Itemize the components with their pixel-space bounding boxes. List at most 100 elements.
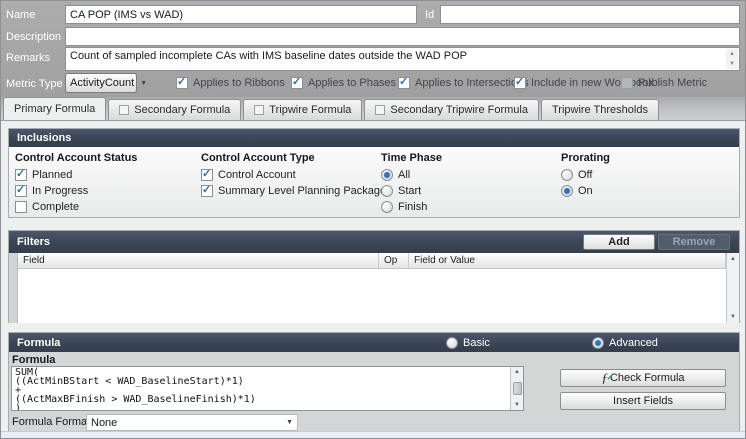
summary-level-planning-package-checkbox[interactable]: ✓ Summary Level Planning Package xyxy=(201,184,386,197)
applies-to-intersections-checkbox[interactable]: ✓ Applies to Intersections xyxy=(398,76,529,89)
column-header-field-or-value[interactable]: Field or Value xyxy=(409,253,726,268)
time-phase-finish-label: Finish xyxy=(398,201,427,213)
scroll-up-icon[interactable]: ▲ xyxy=(730,256,736,262)
prorating-on-radio[interactable]: On xyxy=(561,184,593,197)
metric-editor-window: Name Id Description Remarks Count of sam… xyxy=(0,0,746,439)
formula-editor[interactable]: SUM( ((ActMinBStart < WAD_BaselineStart)… xyxy=(11,366,524,411)
id-input[interactable] xyxy=(440,5,740,24)
scroll-down-icon[interactable]: ▼ xyxy=(514,402,520,408)
scroll-up-icon[interactable]: ▲ xyxy=(514,369,520,375)
remarks-scrollbar[interactable]: ▲ ▼ xyxy=(726,49,738,69)
planned-label: Planned xyxy=(32,169,72,181)
inclusions-title: Inclusions xyxy=(17,132,71,144)
formula-editor-label: Formula xyxy=(12,354,55,366)
scroll-down-icon[interactable]: ▼ xyxy=(730,314,736,320)
formula-format-label: Formula Format xyxy=(12,416,90,428)
control-account-type-heading: Control Account Type xyxy=(201,152,315,164)
tab-primary-formula[interactable]: Primary Formula xyxy=(3,97,106,120)
column-header-op[interactable]: Op xyxy=(379,253,409,268)
description-input[interactable] xyxy=(65,27,740,46)
radio-icon[interactable] xyxy=(446,337,458,349)
row-selector-gutter xyxy=(9,253,18,323)
publish-metric-label: Publish Metric xyxy=(638,77,707,89)
time-phase-heading: Time Phase xyxy=(381,152,442,164)
complete-checkbox[interactable]: Complete xyxy=(15,200,79,213)
inclusions-header: Inclusions xyxy=(9,129,739,147)
applies-to-phases-checkbox[interactable]: ✓ Applies to Phases xyxy=(291,76,396,89)
checkbox-icon[interactable]: ✓ xyxy=(291,77,303,89)
prorating-off-label: Off xyxy=(578,169,592,181)
tab-label: Tripwire Thresholds xyxy=(552,104,648,116)
primary-formula-page: Inclusions Control Account Status ✓ Plan… xyxy=(1,120,745,432)
checkbox-icon[interactable]: ✓ xyxy=(201,185,213,197)
tab-checkbox[interactable] xyxy=(375,105,385,115)
metric-type-label: Metric Type xyxy=(6,78,63,90)
metric-type-dropdown[interactable]: ActivityCount ▼ xyxy=(65,73,137,93)
radio-icon[interactable] xyxy=(561,169,573,181)
complete-label: Complete xyxy=(32,201,79,213)
add-filter-button[interactable]: Add xyxy=(583,234,655,250)
dropdown-arrow-icon: ▼ xyxy=(286,419,293,426)
radio-icon[interactable] xyxy=(381,169,393,181)
applies-to-phases-label: Applies to Phases xyxy=(308,77,396,89)
planned-checkbox[interactable]: ✓ Planned xyxy=(15,168,72,181)
remarks-text: Count of sampled incomplete CAs with IMS… xyxy=(70,50,467,62)
remarks-input[interactable]: Count of sampled incomplete CAs with IMS… xyxy=(65,47,740,71)
formula-editor-scrollbar[interactable]: ▲ ▼ xyxy=(510,367,523,410)
checkbox-icon[interactable]: ✓ xyxy=(201,169,213,181)
radio-icon[interactable] xyxy=(561,185,573,197)
tab-checkbox[interactable] xyxy=(119,105,129,115)
tab-tripwire-formula[interactable]: Tripwire Formula xyxy=(243,99,362,120)
filters-table-body xyxy=(18,269,726,323)
formula-group: Formula Basic Advanced Formula SUM( ((Ac… xyxy=(8,332,740,432)
checkbox-icon[interactable]: ✓ xyxy=(398,77,410,89)
tab-tripwire-thresholds[interactable]: Tripwire Thresholds xyxy=(541,99,659,120)
scrollbar-thumb[interactable] xyxy=(513,382,522,395)
description-label: Description xyxy=(6,31,61,43)
time-phase-finish-radio[interactable]: Finish xyxy=(381,200,427,213)
in-progress-label: In Progress xyxy=(32,185,88,197)
formula-tab-strip: Primary Formula Secondary Formula Tripwi… xyxy=(1,97,745,120)
remove-filter-button[interactable]: Remove xyxy=(658,234,730,250)
checkbox-icon[interactable]: ✓ xyxy=(15,185,27,197)
checkbox-icon[interactable] xyxy=(15,201,27,213)
formula-format-dropdown[interactable]: None ▼ xyxy=(86,414,298,431)
checkbox-icon[interactable]: ✓ xyxy=(15,169,27,181)
tab-label: Primary Formula xyxy=(14,103,95,115)
applies-to-ribbons-checkbox[interactable]: ✓ Applies to Ribbons xyxy=(176,76,285,89)
formula-text[interactable]: SUM( ((ActMinBStart < WAD_BaselineStart)… xyxy=(12,367,523,411)
in-progress-checkbox[interactable]: ✓ In Progress xyxy=(15,184,88,197)
radio-icon[interactable] xyxy=(381,185,393,197)
time-phase-start-radio[interactable]: Start xyxy=(381,184,421,197)
prorating-on-label: On xyxy=(578,185,593,197)
time-phase-start-label: Start xyxy=(398,185,421,197)
check-formula-button[interactable]: ƒ✓ Check Formula xyxy=(560,369,726,387)
tab-label: Tripwire Formula xyxy=(269,104,351,116)
filters-header: Filters Add Remove xyxy=(9,231,739,253)
advanced-mode-radio[interactable]: Advanced xyxy=(592,337,658,349)
checkbox-icon[interactable]: ✓ xyxy=(176,77,188,89)
time-phase-all-radio[interactable]: All xyxy=(381,168,410,181)
name-input[interactable] xyxy=(65,5,417,24)
header-panel: Name Id Description Remarks Count of sam… xyxy=(1,1,745,97)
fx-icon: ƒ✓ xyxy=(601,370,608,386)
tab-secondary-formula[interactable]: Secondary Formula xyxy=(108,99,241,120)
insert-fields-button[interactable]: Insert Fields xyxy=(560,392,726,410)
filters-scrollbar[interactable]: ▲ ▼ xyxy=(726,253,739,323)
tab-checkbox[interactable] xyxy=(254,105,264,115)
scroll-down-icon[interactable]: ▼ xyxy=(729,61,735,67)
metric-type-value: ActivityCount xyxy=(70,77,134,89)
control-account-checkbox[interactable]: ✓ Control Account xyxy=(201,168,296,181)
radio-icon[interactable] xyxy=(592,337,604,349)
check-formula-label: Check Formula xyxy=(610,372,685,384)
prorating-off-radio[interactable]: Off xyxy=(561,168,592,181)
basic-mode-radio[interactable]: Basic xyxy=(446,337,490,349)
radio-icon[interactable] xyxy=(381,201,393,213)
checkbox-icon[interactable]: ✓ xyxy=(514,77,526,89)
tab-secondary-tripwire-formula[interactable]: Secondary Tripwire Formula xyxy=(364,99,539,120)
scroll-up-icon[interactable]: ▲ xyxy=(729,51,735,57)
filters-table: Field Op Field or Value ▲ ▼ xyxy=(9,253,739,323)
filters-group: Filters Add Remove Field Op Field or Val… xyxy=(8,230,740,323)
column-header-field[interactable]: Field xyxy=(18,253,379,268)
inclusions-body: Control Account Status ✓ Planned ✓ In Pr… xyxy=(9,147,739,217)
